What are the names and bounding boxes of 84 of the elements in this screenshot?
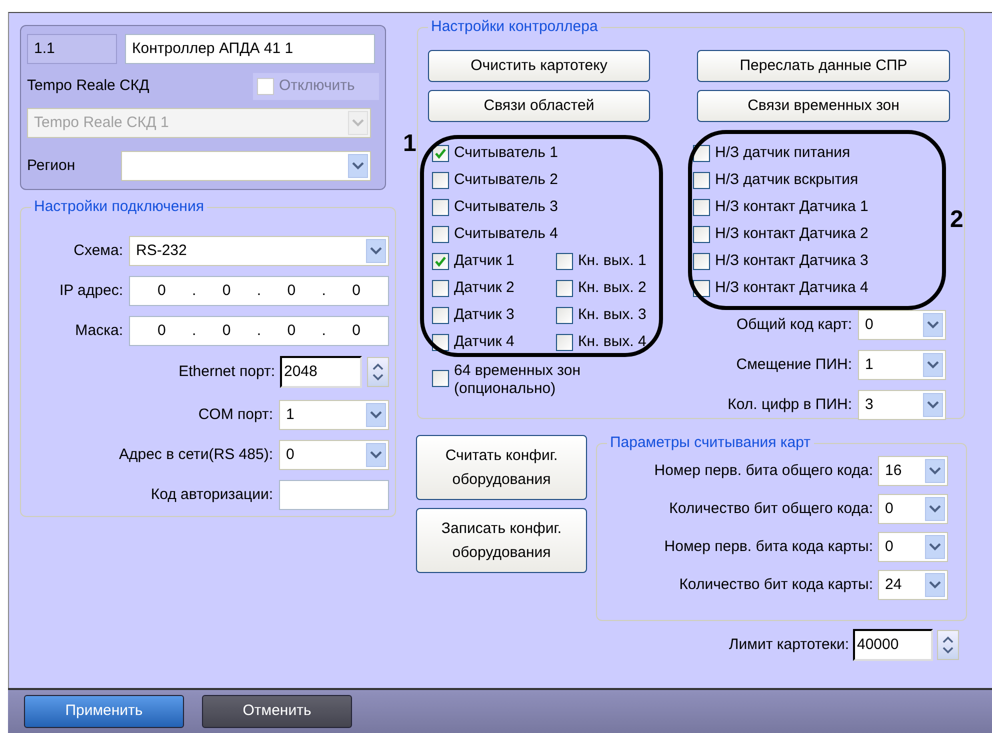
config-button[interactable]: Считать конфиг. оборудования <box>416 435 587 500</box>
annotation-number: 2 <box>950 208 964 232</box>
dropdown[interactable]: 0 <box>279 440 389 470</box>
checkbox-label: 64 временных зон (опционально) <box>454 362 582 398</box>
checkbox-label: Датчик 1 <box>454 251 514 272</box>
checkbox[interactable] <box>693 199 710 216</box>
action-button[interactable]: Очистить картотеку <box>428 50 650 82</box>
checkbox[interactable] <box>432 172 449 189</box>
limit-field[interactable]: 40000 <box>853 629 933 661</box>
type-label: Tempo Reale СКД <box>27 76 150 96</box>
field-label: Маска: <box>75 320 123 341</box>
group-title: Настройки подключения <box>31 197 207 217</box>
checkbox[interactable] <box>556 253 573 270</box>
ip-field[interactable]: 0 . 0 . 0 . 0 <box>129 316 389 346</box>
dropdown[interactable]: 1 <box>858 350 946 380</box>
checkbox[interactable] <box>432 253 449 270</box>
dropdown[interactable]: RS-232 <box>129 236 389 266</box>
field-label: Количество бит общего кода: <box>669 498 873 519</box>
spinner-icon[interactable] <box>367 357 389 387</box>
checkbox-label: Кн. вых. 2 <box>578 278 646 298</box>
checkbox-label: Н/З контакт Датчика 4 <box>715 278 868 298</box>
checkbox-label: Кн. вых. 4 <box>578 332 646 352</box>
field-label: Кол. цифр в ПИН: <box>728 394 852 415</box>
checkbox-label: Кн. вых. 1 <box>578 251 646 272</box>
dropdown[interactable]: 0 <box>858 310 946 340</box>
field-label: Общий код карт: <box>736 314 852 335</box>
dropdown[interactable]: 3 <box>858 390 946 420</box>
checkbox-label: Кн. вых. 3 <box>578 305 646 326</box>
checkbox[interactable] <box>432 280 449 297</box>
checkbox[interactable] <box>432 307 449 324</box>
checkbox-label: Считыватель 4 <box>454 224 558 244</box>
field-label: Номер перв. бита кода карты: <box>664 536 873 557</box>
checkbox[interactable] <box>556 280 573 297</box>
checkbox-label: Н/З контакт Датчика 1 <box>715 197 868 218</box>
checkbox-label: Датчик 2 <box>454 278 514 298</box>
checkbox-label: Н/З контакт Датчика 3 <box>715 251 868 272</box>
dropdown[interactable]: 0 <box>878 494 948 524</box>
action-button[interactable]: Переслать данные СПР <box>697 50 950 82</box>
checkbox-label: Считыватель 3 <box>454 197 558 218</box>
number-field[interactable]: 1.1 <box>27 34 117 64</box>
group-title: Настройки контроллера <box>428 17 601 37</box>
name-field[interactable]: Контроллер АПДА 41 1 <box>125 34 375 64</box>
dropdown[interactable]: 1 <box>279 400 389 430</box>
action-button[interactable]: Связи областей <box>428 90 650 122</box>
auth-code-field[interactable] <box>279 480 389 510</box>
checkbox[interactable] <box>432 145 449 162</box>
checkbox-label: Н/З контакт Датчика 2 <box>715 224 868 244</box>
checkbox[interactable] <box>556 334 573 351</box>
annotation-number: 1 <box>403 132 416 156</box>
checkbox-label: Датчик 3 <box>454 305 514 326</box>
checkbox[interactable] <box>693 226 710 243</box>
checkbox[interactable] <box>432 226 449 243</box>
port-field[interactable]: 2048 <box>280 356 362 388</box>
field-label: Лимит картотеки: <box>728 634 849 655</box>
checkbox[interactable] <box>432 370 449 387</box>
apply-button[interactable]: Применить <box>24 695 184 728</box>
field-label: Ethernet порт: <box>178 362 275 382</box>
dropdown[interactable]: 24 <box>878 570 948 600</box>
field-label: Смещение ПИН: <box>736 354 852 375</box>
checkbox[interactable] <box>556 307 573 324</box>
field-label: Схема: <box>74 240 123 261</box>
field-label: Количество бит кода карты: <box>679 574 873 595</box>
checkbox[interactable] <box>693 172 710 189</box>
checkbox-label: Н/З датчик вскрытия <box>715 170 858 190</box>
dropdown[interactable]: 16 <box>878 456 948 486</box>
field-label: Адрес в сети(RS 485): <box>118 444 273 465</box>
field-label: Номер перв. бита общего кода: <box>654 460 873 481</box>
dropdown[interactable]: 0 <box>878 532 948 562</box>
checkbox-label: Датчик 4 <box>454 332 514 352</box>
region-label: Регион <box>27 156 76 176</box>
action-button[interactable]: Связи временных зон <box>697 90 950 122</box>
cancel-button[interactable]: Отменить <box>202 695 352 728</box>
spinner-icon[interactable] <box>937 630 959 660</box>
config-button[interactable]: Записать конфиг. оборудования <box>416 508 587 573</box>
checkbox-label: Н/З датчик питания <box>715 143 850 164</box>
field-label: COM порт: <box>198 404 273 425</box>
ip-field[interactable]: 0 . 0 . 0 . 0 <box>129 276 389 306</box>
checkbox-label: Считыватель 1 <box>454 143 558 164</box>
field-label: IP адрес: <box>59 280 123 301</box>
checkbox-label: Считыватель 2 <box>454 170 558 190</box>
checkbox-label: Отключить <box>279 76 355 96</box>
checkbox[interactable] <box>432 199 449 216</box>
field-label: Код авторизации: <box>150 484 273 505</box>
checkbox[interactable] <box>693 253 710 270</box>
